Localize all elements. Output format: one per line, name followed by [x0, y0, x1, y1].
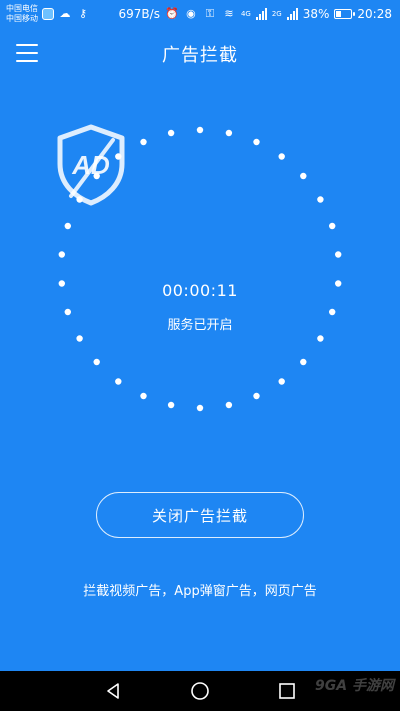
feature-description: 拦截视频广告，App弹窗广告，网页广告 — [83, 584, 317, 599]
network-1-label: 4G — [240, 9, 251, 18]
carrier-1: 中国电信 — [6, 3, 38, 13]
triangle-back-icon[interactable] — [102, 680, 124, 702]
ring-dot — [76, 335, 83, 342]
key-vpn-icon: ⚿ — [205, 6, 215, 20]
eye-icon: ◉ — [186, 7, 196, 20]
service-timer: 00:00:11 — [162, 281, 238, 300]
hamburger-menu-icon[interactable] — [14, 41, 40, 65]
disable-adblock-button[interactable]: 关闭广告拦截 — [96, 492, 304, 538]
square-recents-icon[interactable] — [276, 680, 298, 702]
wifi-icon: ≋ — [224, 7, 234, 20]
ring-dot — [278, 153, 285, 160]
network-2-label: 2G — [271, 9, 282, 18]
ring-dot — [140, 138, 147, 146]
ring-dot — [58, 251, 65, 258]
ring-dot — [253, 138, 260, 146]
ring-dot — [140, 392, 147, 400]
status-left: 中国电信 中国移动 ☁ ⚷ — [6, 4, 90, 24]
ring-dot — [167, 129, 175, 137]
carrier-2: 中国移动 — [6, 13, 38, 23]
net-speed: 697B/s — [118, 6, 160, 21]
status-right: 697B/s ⏰ ◉ ⚿ ≋ 4G 2G 38% 20:28 — [119, 7, 392, 21]
signal-1-icon — [255, 7, 267, 20]
ring-dot — [278, 378, 285, 385]
status-ring: AD 00:00:11 服务已开启 — [55, 124, 345, 414]
ring-dot — [317, 196, 324, 203]
site-watermark: 9GA 手游网 — [315, 678, 394, 694]
battery-icon — [334, 8, 356, 19]
service-status-text: 服务已开启 — [167, 318, 233, 333]
ring-dot — [225, 129, 233, 137]
weather-icon: ☁ — [59, 7, 71, 20]
battery-fill — [336, 10, 342, 17]
status-bar: 中国电信 中国移动 ☁ ⚷ 697B/s ⏰ ◉ ⚿ ≋ 4G 2G 38% 2… — [0, 0, 400, 27]
ring-dot — [196, 404, 204, 412]
app-header: 广告拦截 — [0, 27, 400, 81]
alarm-icon: ⏰ — [165, 7, 179, 20]
ring-dot — [329, 222, 336, 230]
page-title: 广告拦截 — [162, 45, 238, 66]
ring-dot — [225, 401, 233, 409]
ad-block-shield-icon: AD — [57, 124, 125, 206]
key-icon: ⚷ — [78, 7, 88, 20]
circle-home-icon[interactable] — [189, 680, 211, 702]
ring-dot — [300, 358, 307, 366]
ring-dot — [64, 222, 71, 230]
ring-dot — [317, 335, 324, 342]
ring-dot — [115, 378, 122, 385]
battery-percent: 38% — [302, 6, 330, 21]
signal-2-icon — [286, 7, 298, 20]
carrier-names: 中国电信 中国移动 — [6, 4, 38, 24]
app-notification-icon — [42, 7, 54, 20]
clock: 20:28 — [357, 6, 392, 21]
system-nav-bar: 9GA 手游网 — [0, 671, 400, 711]
ring-dot — [196, 126, 204, 134]
ring-dot — [167, 401, 175, 409]
ring-dot — [93, 358, 100, 366]
ring-dot — [253, 392, 260, 400]
ring-dot — [300, 172, 307, 180]
ring-dot — [335, 251, 342, 258]
